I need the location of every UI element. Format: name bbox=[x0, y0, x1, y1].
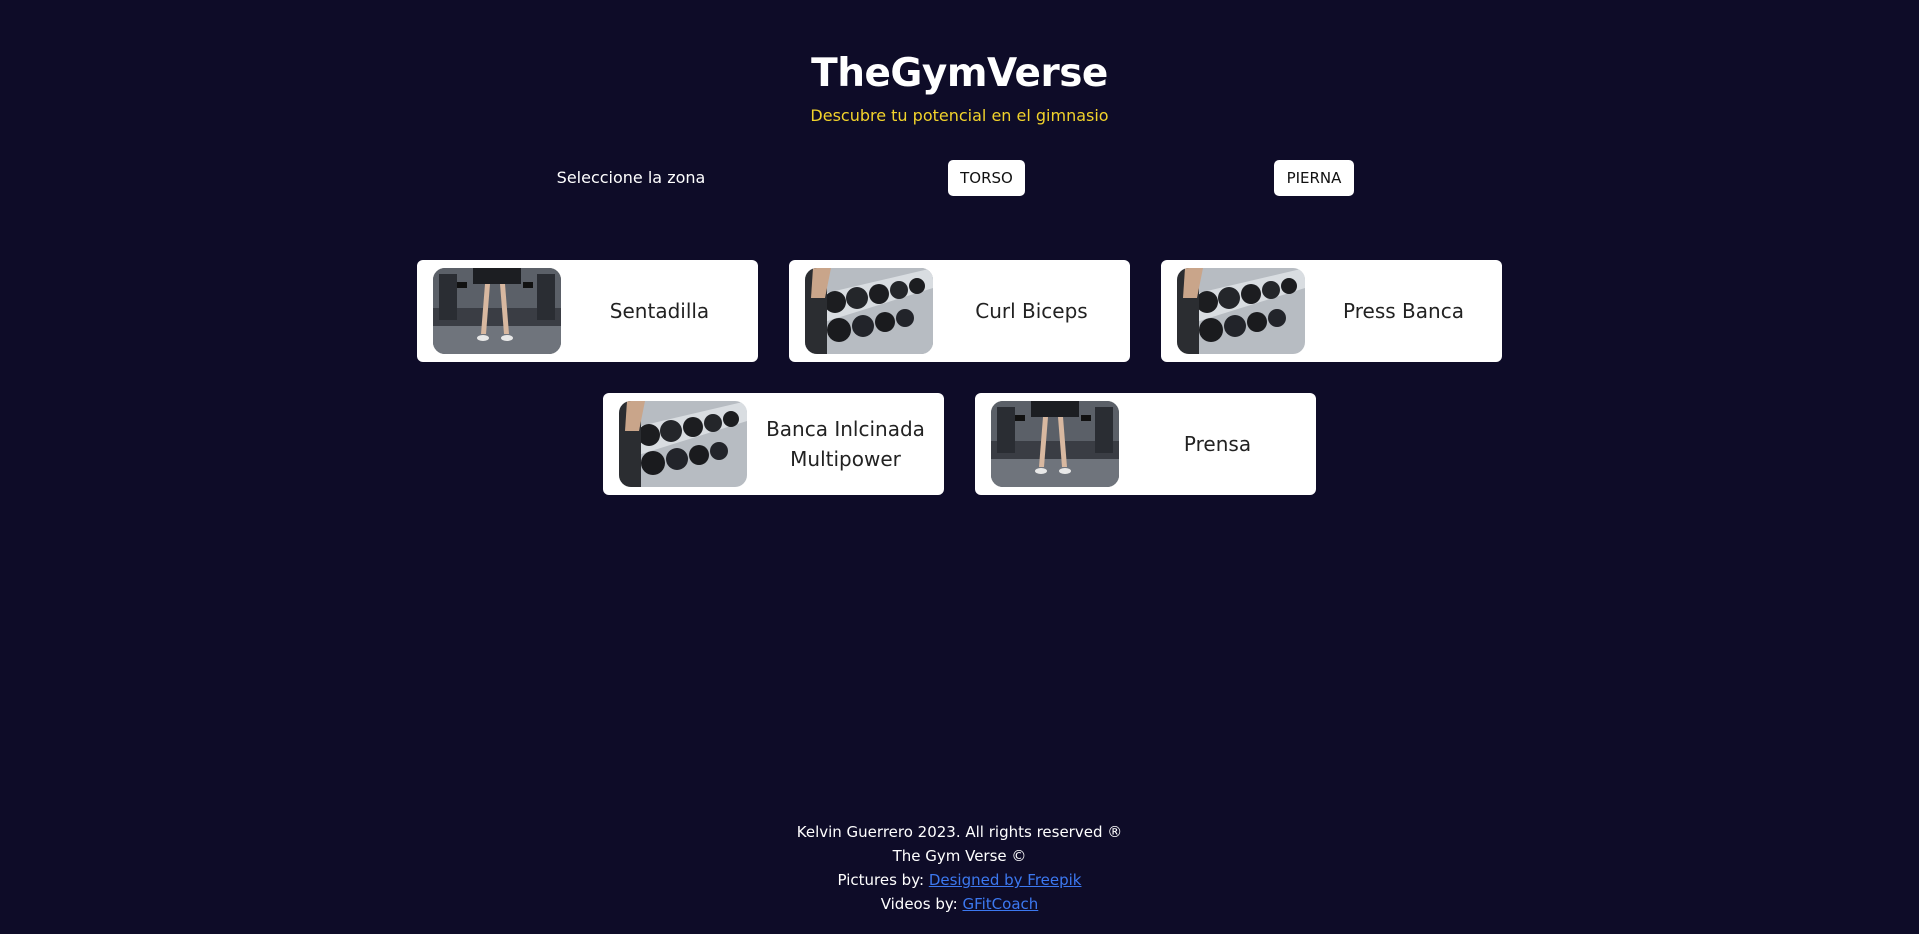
freepik-link[interactable]: Designed by Freepik bbox=[929, 871, 1082, 889]
videos-credit: Videos by: GFitCoach bbox=[0, 892, 1919, 916]
pierna-button[interactable]: PIERNA bbox=[1274, 160, 1354, 196]
brand-text: The Gym Verse © bbox=[892, 847, 1027, 865]
dumbbell-rack-image bbox=[1177, 268, 1305, 354]
dumbbell-rack-image bbox=[805, 268, 933, 354]
legs-squat-photo bbox=[991, 401, 1119, 487]
pictures-credit-label: Pictures by: bbox=[837, 871, 925, 889]
exercise-card-press-banca[interactable]: Press Banca bbox=[1161, 260, 1502, 362]
exercise-card-curl-biceps[interactable]: Curl Biceps bbox=[789, 260, 1130, 362]
dumbbell-rack-photo bbox=[1177, 268, 1305, 354]
exercise-card-banca-inclinada-multipower[interactable]: Banca Inlcinada Multipower bbox=[603, 393, 944, 495]
exercise-card-prensa[interactable]: Prensa bbox=[975, 393, 1316, 495]
gfitcoach-link[interactable]: GFitCoach bbox=[962, 895, 1038, 913]
site-header: TheGymVerse Descubre tu potencial en el … bbox=[0, 44, 1919, 128]
exercise-name: Curl Biceps bbox=[975, 299, 1088, 323]
site-footer: Kelvin Guerrero 2023. All rights reserve… bbox=[0, 820, 1919, 916]
zone-selector-label: Seleccione la zona bbox=[556, 168, 706, 187]
pictures-credit: Pictures by: Designed by Freepik bbox=[0, 868, 1919, 892]
videos-credit-label: Videos by: bbox=[880, 895, 958, 913]
site-subtitle: Descubre tu potencial en el gimnasio bbox=[810, 106, 1109, 125]
legs-squat-image bbox=[433, 268, 561, 354]
legs-squat-photo bbox=[433, 268, 561, 354]
exercise-card-sentadilla[interactable]: Sentadilla bbox=[417, 260, 758, 362]
dumbbell-rack-photo bbox=[805, 268, 933, 354]
site-title: TheGymVerse bbox=[811, 51, 1108, 96]
dumbbell-rack-image bbox=[619, 401, 747, 487]
copyright-text: Kelvin Guerrero 2023. All rights reserve… bbox=[796, 823, 1123, 841]
exercise-name: Prensa bbox=[1183, 432, 1252, 456]
dumbbell-rack-photo bbox=[619, 401, 747, 487]
exercise-name: Sentadilla bbox=[609, 299, 710, 323]
legs-squat-image bbox=[991, 401, 1119, 487]
exercise-name: Press Banca bbox=[1343, 299, 1464, 323]
exercise-name: Banca Inlcinada Multipower bbox=[766, 417, 925, 471]
torso-button[interactable]: TORSO bbox=[948, 160, 1025, 196]
